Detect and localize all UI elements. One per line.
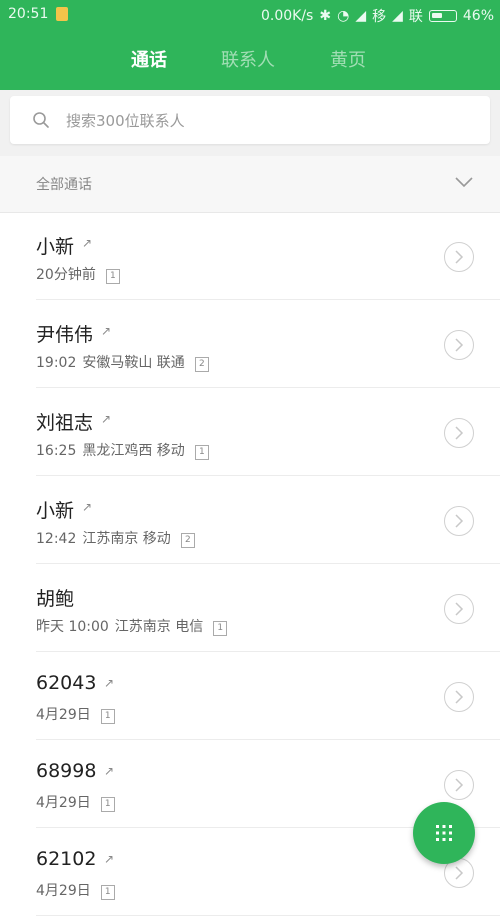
call-details: 4月29日 1 (36, 792, 115, 812)
chevron-down-icon (455, 177, 473, 188)
outgoing-call-icon: ↗ (82, 236, 93, 250)
call-details: 19:02 安徽马鞍山 联通 2 (36, 352, 209, 372)
sim-slot-badge: 1 (194, 445, 209, 460)
call-log-row[interactable]: 胡鲍昨天 10:00 江苏南京 电信 1 (0, 564, 500, 652)
call-time: 12:42 (36, 531, 77, 547)
call-location: 江苏南京 电信 (114, 619, 204, 635)
call-detail-button[interactable] (444, 506, 474, 536)
sim-slot-badge: 2 (194, 357, 209, 372)
call-details: 4月29日 1 (36, 880, 115, 900)
dialpad-icon (436, 825, 452, 841)
contact-name: 62043 (36, 672, 97, 694)
outgoing-call-icon: ↗ (101, 324, 112, 338)
search-area: 搜索300位联系人 (0, 90, 500, 156)
sim-slot-badge: 2 (180, 533, 195, 548)
filter-label: 全部通话 (36, 177, 92, 193)
call-time: 16:25 (36, 443, 77, 459)
call-detail-button[interactable] (444, 418, 474, 448)
carrier-label-1: 移 (372, 9, 387, 25)
chevron-right-icon (455, 338, 464, 352)
outgoing-call-icon: ↗ (104, 764, 115, 778)
network-speed: 0.00K/s (260, 8, 314, 24)
call-details: 4月29日 1 (36, 704, 115, 724)
search-icon (33, 112, 49, 128)
contact-name: 68998 (36, 760, 97, 782)
call-time: 昨天 10:00 (36, 619, 109, 635)
call-details: 20分钟前 1 (36, 264, 120, 284)
call-details: 16:25 黑龙江鸡西 移动 1 (36, 440, 209, 460)
contact-name: 小新 (36, 236, 75, 258)
sim-icon (56, 7, 68, 21)
chevron-right-icon (455, 602, 464, 616)
tab-calls[interactable]: 通话 (131, 46, 167, 72)
call-detail-button[interactable] (444, 682, 474, 712)
outgoing-call-icon: ↗ (101, 412, 112, 426)
call-location: 黑龙江鸡西 移动 (82, 443, 185, 459)
call-details: 12:42 江苏南京 移动 2 (36, 528, 195, 548)
call-detail-button[interactable] (444, 242, 474, 272)
call-detail-button[interactable] (444, 770, 474, 800)
outgoing-call-icon: ↗ (104, 852, 115, 866)
call-details: 昨天 10:00 江苏南京 电信 1 (36, 616, 228, 636)
sim-slot-badge: 1 (100, 885, 115, 900)
call-detail-button[interactable] (444, 330, 474, 360)
signal-icon: ◢ (392, 8, 403, 24)
chevron-right-icon (455, 250, 464, 264)
status-time: 20:51 (8, 6, 49, 22)
call-log-row[interactable]: 小新 ↗ 20分钟前 1 (0, 212, 500, 300)
call-detail-button[interactable] (444, 594, 474, 624)
status-bar: 20:51 0.00K/s ✱ ◔ ◢ 移 ◢ 联 46% (0, 0, 500, 28)
search-input[interactable]: 搜索300位联系人 (10, 96, 490, 144)
battery-icon (428, 10, 457, 22)
app-header: 20:51 0.00K/s ✱ ◔ ◢ 移 ◢ 联 46% 通话 联系人 黄页 (0, 0, 500, 90)
call-location: 安徽马鞍山 联通 (82, 355, 185, 371)
chevron-right-icon (455, 866, 464, 880)
call-log-row[interactable]: 62043 ↗ 4月29日 1 (0, 652, 500, 740)
call-filter-dropdown[interactable]: 全部通话 (0, 156, 500, 213)
tab-yellow-pages[interactable]: 黄页 (330, 46, 366, 72)
call-time: 20分钟前 (36, 267, 96, 283)
search-placeholder: 搜索300位联系人 (66, 112, 185, 130)
wifi-icon: ◔ (337, 8, 350, 24)
call-time: 19:02 (36, 355, 77, 371)
call-time: 4月29日 (36, 795, 91, 811)
chevron-right-icon (455, 690, 464, 704)
chevron-right-icon (455, 426, 464, 440)
call-log-row[interactable]: 刘祖志 ↗ 16:25 黑龙江鸡西 移动 1 (0, 388, 500, 476)
contact-name: 胡鲍 (36, 588, 75, 610)
call-time: 4月29日 (36, 707, 91, 723)
signal-icon: ◢ (355, 8, 367, 24)
tab-contacts[interactable]: 联系人 (221, 46, 275, 72)
sim-slot-badge: 1 (105, 269, 120, 284)
carrier-label-2: 联 (408, 9, 423, 25)
contact-name: 刘祖志 (36, 412, 94, 434)
outgoing-call-icon: ↗ (82, 500, 93, 514)
bluetooth-icon: ✱ (319, 8, 332, 24)
tab-bar: 通话 联系人 黄页 (0, 40, 500, 80)
status-right: 0.00K/s ✱ ◔ ◢ 移 ◢ 联 46% (261, 6, 494, 26)
contact-name: 小新 (36, 500, 75, 522)
call-time: 4月29日 (36, 883, 91, 899)
chevron-right-icon (455, 514, 464, 528)
dialpad-button[interactable] (413, 802, 475, 864)
chevron-right-icon (455, 778, 464, 792)
call-log-row[interactable]: 小新 ↗ 12:42 江苏南京 移动 2 (0, 476, 500, 564)
call-log-row[interactable]: 尹伟伟 ↗ 19:02 安徽马鞍山 联通 2 (0, 300, 500, 388)
call-location: 江苏南京 移动 (82, 531, 171, 547)
contact-name: 62102 (36, 848, 97, 870)
sim-slot-badge: 1 (213, 621, 228, 636)
sim-slot-badge: 1 (100, 709, 115, 724)
sim-slot-badge: 1 (100, 797, 115, 812)
outgoing-call-icon: ↗ (104, 676, 115, 690)
contact-name: 尹伟伟 (36, 324, 94, 346)
battery-percent: 46% (462, 8, 494, 24)
